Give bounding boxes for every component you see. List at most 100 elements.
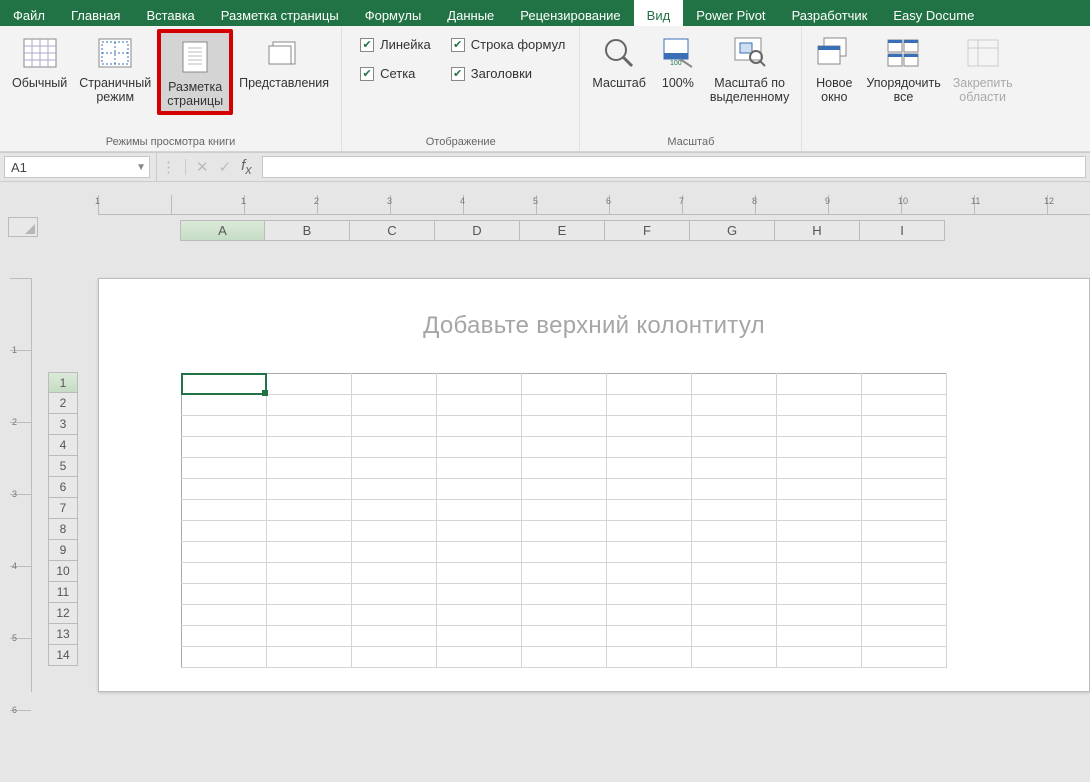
cell[interactable]	[777, 521, 862, 542]
arrange-all-button[interactable]: Упорядочить все	[860, 29, 946, 107]
cell[interactable]	[607, 479, 692, 500]
checkbox-gridlines[interactable]: ✔Сетка	[360, 66, 431, 81]
cell[interactable]	[692, 521, 777, 542]
cell[interactable]	[777, 563, 862, 584]
cell[interactable]	[607, 626, 692, 647]
cell[interactable]	[692, 500, 777, 521]
cell[interactable]	[437, 584, 522, 605]
formula-input[interactable]	[262, 156, 1086, 178]
cell[interactable]	[777, 374, 862, 395]
cell[interactable]	[267, 500, 352, 521]
tab-formulas[interactable]: Формулы	[352, 0, 435, 26]
row-header[interactable]: 7	[49, 498, 78, 519]
cell[interactable]	[607, 437, 692, 458]
cell[interactable]	[267, 395, 352, 416]
tab-review[interactable]: Рецензирование	[507, 0, 633, 26]
row-header[interactable]: 1	[49, 372, 78, 393]
tab-developer[interactable]: Разработчик	[779, 0, 881, 26]
cell[interactable]	[777, 542, 862, 563]
cell[interactable]	[862, 605, 947, 626]
cell[interactable]	[352, 479, 437, 500]
cell[interactable]	[437, 500, 522, 521]
cell[interactable]	[522, 647, 607, 668]
cell[interactable]	[522, 605, 607, 626]
row-header[interactable]: 2	[49, 393, 78, 414]
column-header[interactable]: C	[350, 220, 435, 241]
cell[interactable]	[607, 542, 692, 563]
cell[interactable]	[607, 563, 692, 584]
cell[interactable]	[437, 521, 522, 542]
tab-insert[interactable]: Вставка	[133, 0, 207, 26]
cell[interactable]	[352, 584, 437, 605]
cell[interactable]	[692, 374, 777, 395]
cell[interactable]	[607, 374, 692, 395]
cell[interactable]	[777, 500, 862, 521]
checkbox-headings[interactable]: ✔Заголовки	[451, 66, 566, 81]
row-headers[interactable]: 1234567891011121314	[48, 372, 78, 666]
normal-view-button[interactable]: Обычный	[6, 29, 73, 92]
cell[interactable]	[692, 647, 777, 668]
cell[interactable]	[352, 563, 437, 584]
cell[interactable]	[522, 416, 607, 437]
column-header[interactable]: D	[435, 220, 520, 241]
cell[interactable]	[692, 437, 777, 458]
cell[interactable]	[267, 479, 352, 500]
column-header[interactable]: H	[775, 220, 860, 241]
cell[interactable]	[692, 395, 777, 416]
cell[interactable]	[182, 500, 267, 521]
cell[interactable]	[352, 374, 437, 395]
zoom-button[interactable]: Масштаб	[586, 29, 651, 92]
cell[interactable]	[437, 626, 522, 647]
cell[interactable]	[862, 626, 947, 647]
cell[interactable]	[182, 605, 267, 626]
cell[interactable]	[267, 605, 352, 626]
cell[interactable]	[692, 542, 777, 563]
cell[interactable]	[862, 647, 947, 668]
column-header[interactable]: G	[690, 220, 775, 241]
row-header[interactable]: 3	[49, 414, 78, 435]
cell[interactable]	[182, 458, 267, 479]
row-header[interactable]: 4	[49, 435, 78, 456]
cell[interactable]	[607, 605, 692, 626]
cell[interactable]	[777, 479, 862, 500]
enter-icon[interactable]: ✓	[219, 158, 232, 176]
cell[interactable]	[267, 584, 352, 605]
cell[interactable]	[182, 479, 267, 500]
cell[interactable]	[267, 521, 352, 542]
cell[interactable]	[182, 626, 267, 647]
new-window-button[interactable]: Новое окно	[808, 29, 860, 107]
cell[interactable]	[352, 458, 437, 479]
cell[interactable]	[862, 374, 947, 395]
cell[interactable]	[607, 584, 692, 605]
cell[interactable]	[182, 437, 267, 458]
zoom-100-button[interactable]: 100 100%	[652, 29, 704, 92]
row-header[interactable]: 12	[49, 603, 78, 624]
tab-data[interactable]: Данные	[434, 0, 507, 26]
cell[interactable]	[352, 605, 437, 626]
cell[interactable]	[522, 479, 607, 500]
cell[interactable]	[862, 500, 947, 521]
cell[interactable]	[352, 416, 437, 437]
row-header[interactable]: 14	[49, 645, 78, 666]
cell[interactable]	[607, 521, 692, 542]
cell[interactable]	[862, 458, 947, 479]
cell[interactable]	[437, 458, 522, 479]
cell[interactable]	[437, 563, 522, 584]
cell[interactable]	[777, 458, 862, 479]
cell[interactable]	[182, 416, 267, 437]
cell[interactable]	[522, 395, 607, 416]
cell[interactable]	[777, 395, 862, 416]
row-header[interactable]: 10	[49, 561, 78, 582]
freeze-panes-button[interactable]: Закрепить области	[947, 29, 1019, 107]
column-header[interactable]: A	[180, 220, 265, 241]
cell[interactable]	[862, 584, 947, 605]
cell[interactable]	[267, 542, 352, 563]
header-placeholder[interactable]: Добавьте верхний колонтитул	[99, 279, 1089, 373]
cell[interactable]	[267, 647, 352, 668]
cell[interactable]	[522, 500, 607, 521]
cell[interactable]	[607, 458, 692, 479]
pagelayout-view-button[interactable]: Разметка страницы	[157, 29, 233, 115]
cell[interactable]	[182, 584, 267, 605]
row-header[interactable]: 13	[49, 624, 78, 645]
cell[interactable]	[862, 437, 947, 458]
